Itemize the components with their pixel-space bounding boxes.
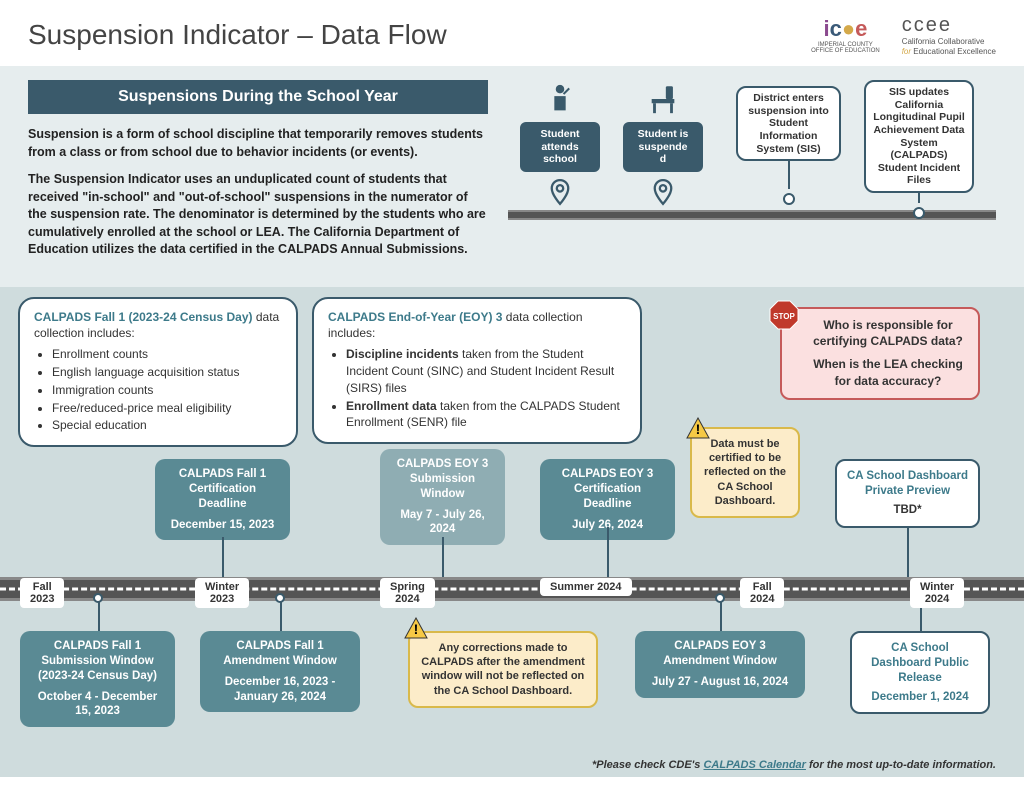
map-pin-icon — [652, 178, 674, 206]
season-label: Fall2024 — [740, 578, 784, 608]
connector-line — [222, 537, 224, 577]
info-fall1-list: Enrollment counts English language acqui… — [52, 346, 282, 434]
connector-line — [442, 537, 444, 577]
svg-text:!: ! — [414, 621, 419, 637]
connector-dot — [783, 193, 795, 205]
connector-line — [918, 193, 920, 203]
alert-corrections: Any corrections made to CALPADS after th… — [408, 631, 598, 708]
map-pin-icon — [549, 178, 571, 206]
logo-icoe-sub: IMPERIAL COUNTYOFFICE OF EDUCATION — [811, 42, 880, 55]
info-eoy3-list: Discipline incidents taken from the Stud… — [346, 346, 626, 431]
page-title: Suspension Indicator – Data Flow — [28, 19, 447, 51]
connector-line — [98, 601, 100, 631]
connector-dot — [913, 207, 925, 219]
footnote: *Please check CDE's CALPADS Calendar for… — [592, 759, 996, 771]
box-fall1-amend: CALPADS Fall 1 Amendment WindowDecember … — [200, 631, 360, 713]
logo-icoe: ic●e IMPERIAL COUNTYOFFICE OF EDUCATION — [811, 16, 880, 55]
season-label: Summer 2024 — [540, 578, 632, 596]
header: Suspension Indicator – Data Flow ic●e IM… — [0, 0, 1024, 66]
mini-label: Student is suspended — [623, 122, 703, 172]
mini-label: SIS updates California Longitudinal Pupi… — [864, 80, 974, 193]
stop-sign-icon: STOP — [768, 299, 800, 331]
mini-step-calpads: SIS updates California Longitudinal Pupi… — [864, 80, 974, 219]
intro-para-2: The Suspension Indicator uses an undupli… — [28, 171, 488, 259]
logo-ccee-sub: California Collaborativefor Educational … — [902, 37, 996, 56]
season-label: Winter2024 — [910, 578, 964, 608]
connector-line — [720, 601, 722, 631]
mini-label: District enters suspension into Student … — [736, 86, 841, 161]
connector-dot — [275, 593, 285, 603]
intro-para-1: Suspension is a form of school disciplin… — [28, 126, 488, 161]
calpads-calendar-link[interactable]: CALPADS Calendar — [703, 759, 805, 771]
svg-text:!: ! — [696, 421, 701, 437]
banner-title: Suspensions During the School Year — [28, 80, 488, 114]
connector-line — [788, 161, 790, 189]
logo-icoe-text: ic●e — [823, 16, 867, 42]
student-icon — [541, 80, 579, 118]
connector-line — [907, 527, 909, 577]
mini-step-suspended: Student is suspended — [623, 80, 703, 206]
season-label: Winter2023 — [195, 578, 249, 608]
stop-callout: STOP Who is responsible for certifying C… — [780, 307, 980, 400]
logos: ic●e IMPERIAL COUNTYOFFICE OF EDUCATION … — [811, 14, 996, 56]
box-eoy3-amend: CALPADS EOY 3 Amendment WindowJuly 27 - … — [635, 631, 805, 698]
alert-certify: Data must be certified to be reflected o… — [690, 427, 800, 518]
box-fall1-sub: CALPADS Fall 1 Submission Window (2023-2… — [20, 631, 175, 728]
section-timeline: CALPADS Fall 1 (2023-24 Census Day) data… — [0, 287, 1024, 777]
logo-ccee-text: ccee — [902, 14, 996, 37]
info-eoy3: CALPADS End-of-Year (EOY) 3 data collect… — [312, 297, 642, 445]
svg-text:STOP: STOP — [773, 312, 795, 321]
mini-step-sis: District enters suspension into Student … — [736, 86, 841, 205]
connector-line — [280, 601, 282, 631]
season-label: Fall2023 — [20, 578, 64, 608]
box-release: CA School Dashboard Public ReleaseDecemb… — [850, 631, 990, 715]
box-fall1-cert: CALPADS Fall 1 Certification DeadlineDec… — [155, 459, 290, 541]
desk-icon — [644, 80, 682, 118]
mini-timeline: Student attends school Student is suspen… — [508, 80, 996, 250]
timeline-road — [0, 577, 1024, 601]
connector-dot — [715, 593, 725, 603]
warning-icon: ! — [404, 617, 428, 639]
connector-line — [607, 527, 609, 577]
box-preview: CA School Dashboard Private PreviewTBD* — [835, 459, 980, 528]
logo-ccee: ccee California Collaborativefor Educati… — [902, 14, 996, 56]
mini-label: Student attends school — [520, 122, 600, 172]
box-eoy3-window: CALPADS EOY 3 Submission WindowMay 7 - J… — [380, 449, 505, 546]
connector-dot — [93, 593, 103, 603]
section-intro: Suspensions During the School Year Suspe… — [0, 66, 1024, 287]
warning-icon: ! — [686, 417, 710, 439]
info-fall1: CALPADS Fall 1 (2023-24 Census Day) data… — [18, 297, 298, 448]
mini-step-attends: Student attends school — [520, 80, 600, 206]
season-label: Spring2024 — [380, 578, 435, 608]
